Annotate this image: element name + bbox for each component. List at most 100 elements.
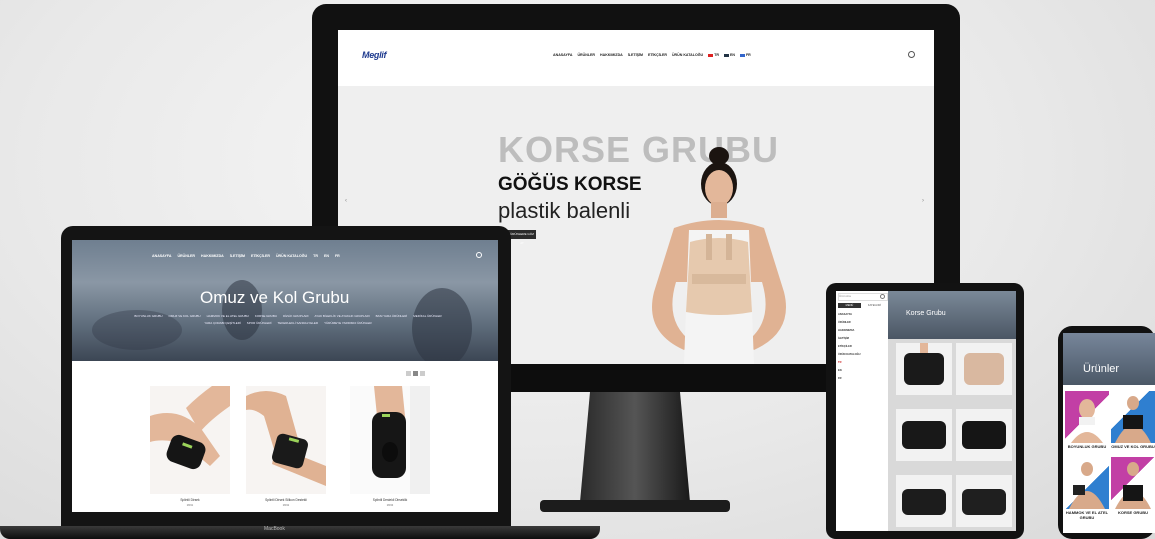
category-caption[interactable]: KORSE GRUBU [1111,510,1155,515]
lang-tr[interactable]: TR [313,254,318,258]
menu-item-products[interactable]: ÜRÜNLER [838,321,861,324]
category-link[interactable]: TEKERLEKLİ SANDALYELER [277,321,318,325]
menu-item-catalog[interactable]: ÜRÜN KATALOĞU [838,353,861,356]
corset-image [962,489,1006,515]
menu-item-contact[interactable]: İLETİŞİM [838,337,861,340]
menu-item-contact[interactable]: İLETİŞİM [230,254,245,258]
slider-prev-icon[interactable]: ‹ [345,198,347,204]
lang-fr[interactable]: FR [335,254,340,258]
menu-item-about[interactable]: HAKKIMIZDA [600,53,623,57]
category-link[interactable]: AYAK BİLEKLİK VE AYAKLIK GRUPLARI [315,314,370,318]
hero-model-image [652,147,786,364]
menu-item-contact[interactable]: İLETİŞİM [628,53,643,57]
category-link[interactable]: MEDİKAL ÜRÜNLER [413,314,441,318]
corset-image [902,489,946,515]
hero-title: Ürünler [1083,363,1120,375]
lang-en[interactable]: EN [324,254,329,258]
corset-image [904,343,944,385]
menu-item-about[interactable]: HAKKIMIZDA [838,329,861,332]
category-tile[interactable] [1065,391,1109,443]
laptop-hero-banner: ANASAYFA ÜRÜNLER HAKKIMIZDA İLETİŞİM ETİ… [72,240,498,361]
laptop-brand-label: MacBook [264,526,285,532]
category-tile[interactable] [1111,391,1155,443]
tab-categories[interactable]: KATEGORİ [863,303,886,308]
category-image [1115,462,1151,509]
lang-en[interactable]: EN [838,369,861,372]
laptop-screen: ANASAYFA ÜRÜNLER HAKKIMIZDA İLETİŞİM ETİ… [72,240,498,512]
product-card[interactable] [896,475,952,527]
phone-hero-banner [1063,333,1155,385]
menu-item-products[interactable]: ÜRÜNLER [177,254,195,258]
laptop-base [0,526,600,539]
phone-screen: Ürünler BOYUNLUK GRUBU OMUZ VE KOL GRUBU… [1063,333,1155,533]
menu-item-about[interactable]: HAKKIMIZDA [201,254,224,258]
lang-fr[interactable]: FR [739,53,751,57]
category-link[interactable]: HAMMOK VE EL ATEL GRUBU [207,314,249,318]
product-card-image[interactable] [350,386,430,494]
menu-tabs: MENÜ KATEGORİ [838,303,886,308]
category-link[interactable]: SPOR ÜRÜNLERİ [247,321,272,325]
hero-cta-button[interactable]: ÜRÜNLERE GÖZ AT [508,230,536,245]
menu-item-products[interactable]: ÜRÜNLER [577,53,595,57]
slider-next-icon[interactable]: › [922,198,924,204]
imac-main-menu: ANASAYFA ÜRÜNLER HAKKIMIZDA İLETİŞİM ETİ… [553,53,751,57]
compact-view-icon[interactable] [420,371,425,376]
menu-item-resellers[interactable]: ETİKÇİLER [838,345,861,348]
product-card[interactable] [896,409,952,461]
category-link[interactable]: BOYUNLUK GRUBU [134,314,162,318]
grid-view-icon[interactable] [406,371,411,376]
search-icon[interactable] [880,294,885,299]
category-image [1115,396,1151,443]
menu-item-home[interactable]: ANASAYFA [838,313,861,316]
search-icon[interactable] [476,252,482,258]
menu-item-resellers[interactable]: ETİKÇİLER [251,254,270,258]
laptop-main-menu: ANASAYFA ÜRÜNLER HAKKIMIZDA İLETİŞİM ETİ… [152,254,340,258]
lang-fr[interactable]: FR [838,377,861,380]
brand-logo[interactable]: Meglif [362,50,402,62]
category-image [1071,399,1103,443]
category-image [1069,462,1105,509]
lang-en[interactable]: EN [723,53,735,57]
search-icon[interactable] [908,51,915,58]
product-code: M033 [386,504,394,507]
category-links: BOYUNLUK GRUBU OMUZ VE KOL GRUBU HAMMOK … [128,314,448,325]
list-view-icon[interactable] [413,371,418,376]
category-link[interactable]: YARA ÇORABI ÇEŞİTLERİ [204,321,240,325]
category-caption[interactable]: OMUZ VE KOL GRUBU [1111,444,1155,449]
product-card-image[interactable] [150,386,230,494]
product-card[interactable] [956,343,1012,395]
menu-item-home[interactable]: ANASAYFA [553,53,572,57]
product-card[interactable] [896,343,952,395]
flag-fr-icon [739,53,745,57]
category-link[interactable]: OMUZ VE KOL GRUBU [169,314,201,318]
product-code: M031 [186,504,194,507]
view-toggle [406,371,425,376]
category-link[interactable]: KORSE GRUBU [255,314,277,318]
lang-tr[interactable]: TR [708,53,719,57]
tab-menu[interactable]: MENÜ [838,303,861,308]
menu-item-catalog[interactable]: ÜRÜN KATALOĞU [672,53,703,57]
category-link[interactable]: BASI YARA ÜRÜNLERİ [376,314,408,318]
category-caption[interactable]: HAMMOK VE EL ATEL GRUBU [1065,510,1109,520]
corset-image [962,421,1006,449]
product-card[interactable] [956,409,1012,461]
menu-item-resellers[interactable]: ETİKÇİLER [648,53,667,57]
lang-tr[interactable]: TR [838,361,861,364]
category-tile[interactable] [1065,457,1109,509]
product-card[interactable] [956,475,1012,527]
product-card-image[interactable] [246,386,326,494]
tablet-side-menu: Ürün Ara MENÜ KATEGORİ ANASAYFA ÜRÜNLER … [836,291,888,531]
product-name[interactable]: Splintli Dirsek [150,498,230,502]
category-link[interactable]: DİZLİK GRUPLARI [283,314,309,318]
flag-tr-icon [708,53,714,57]
menu-item-home[interactable]: ANASAYFA [152,254,171,258]
imac-stand [540,392,730,512]
flag-en-icon [723,53,729,57]
category-tile[interactable] [1111,457,1155,509]
product-name[interactable]: Splintli Destekli Dirseklik [350,498,430,502]
product-name[interactable]: Splintli Dirsek Silikon Destekli [246,498,326,502]
menu-item-catalog[interactable]: ÜRÜN KATALOĞU [276,254,307,258]
category-link[interactable]: YÜRÜMEYE YARDIMCI ÜRÜNLER [324,321,372,325]
category-caption[interactable]: BOYUNLUK GRUBU [1065,444,1109,449]
corset-image [902,421,946,449]
